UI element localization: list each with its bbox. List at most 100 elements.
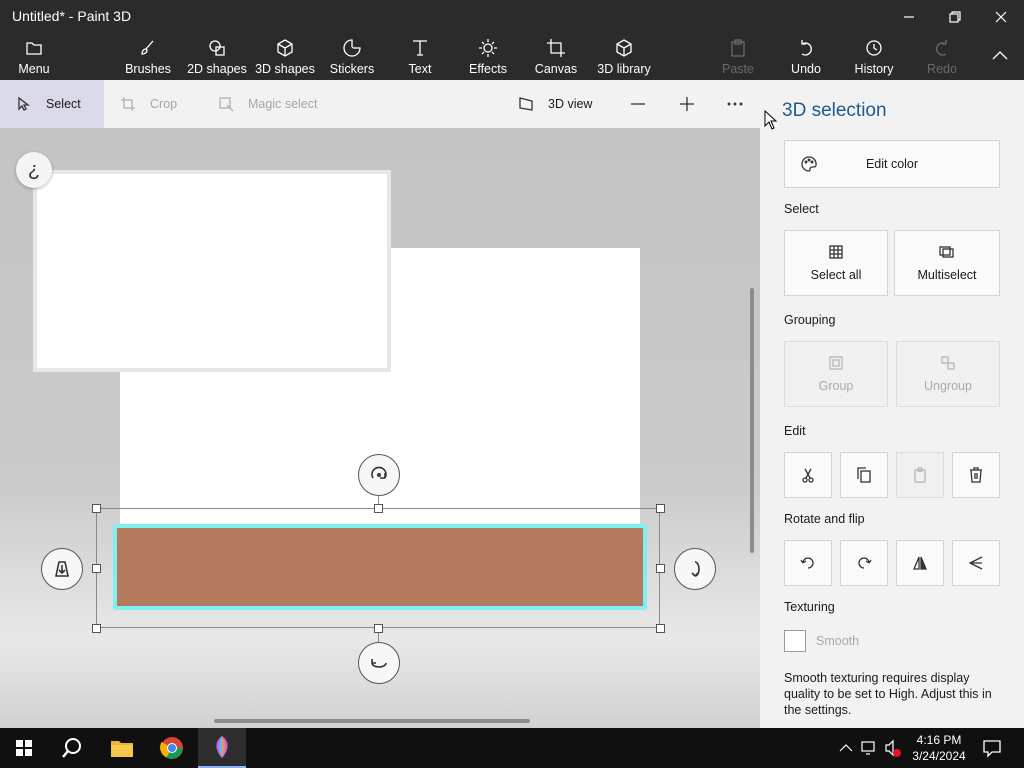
text-tab[interactable]: Text: [400, 33, 440, 80]
resize-handle-n[interactable]: [374, 504, 383, 513]
horizontal-scrollbar[interactable]: [214, 719, 530, 723]
ungroup-button[interactable]: Ungroup: [896, 341, 1000, 407]
rotate-vertical-icon: [691, 561, 700, 577]
canvas-tab[interactable]: Canvas: [534, 33, 578, 80]
windows-icon: [16, 740, 32, 756]
chrome-button[interactable]: [148, 728, 196, 768]
menu-button[interactable]: Menu: [12, 33, 56, 80]
resize-handle-sw[interactable]: [92, 624, 101, 633]
rotate-horizontal-icon: [371, 659, 387, 668]
2d-shapes-icon: [209, 40, 225, 56]
delete-button[interactable]: [952, 452, 1000, 498]
effects-tab[interactable]: Effects: [464, 33, 512, 80]
flip-horizontal-button[interactable]: [896, 540, 944, 586]
3d-object[interactable]: [113, 524, 647, 610]
file-explorer-button[interactable]: [98, 728, 146, 768]
flip-vertical-button[interactable]: [952, 540, 1000, 586]
vertical-scrollbar[interactable]: [750, 288, 754, 553]
restore-button[interactable]: [932, 0, 978, 33]
plus-icon: [680, 97, 694, 111]
3d-shapes-tab[interactable]: 3D shapes: [254, 33, 316, 80]
rotate-z-gizmo[interactable]: [358, 454, 400, 496]
texturing-heading: Texturing: [784, 600, 835, 614]
2d-rectangle-object[interactable]: [33, 170, 391, 372]
cut-button[interactable]: [784, 452, 832, 498]
notifications-button[interactable]: [970, 728, 1014, 768]
start-button[interactable]: [0, 728, 48, 768]
minimize-icon: [904, 15, 914, 18]
window-title: Untitled* - Paint 3D: [12, 8, 132, 24]
stickers-tab[interactable]: Stickers: [326, 33, 378, 80]
panel-title: 3D selection: [782, 100, 887, 121]
2d-shapes-tab[interactable]: 2D shapes: [186, 33, 248, 80]
group-button[interactable]: Group: [784, 341, 888, 407]
minimize-button[interactable]: [886, 0, 932, 33]
close-button[interactable]: [978, 0, 1024, 33]
rotate-y-gizmo[interactable]: [358, 642, 400, 684]
rotate-left-button[interactable]: [784, 540, 832, 586]
canvas-workspace[interactable]: ¿: [0, 128, 760, 728]
folder-icon: [26, 42, 42, 55]
select-all-icon: [829, 245, 843, 259]
flip-horizontal-icon: [913, 556, 927, 570]
crop-tool[interactable]: Crop: [120, 80, 177, 128]
copy-icon: [857, 467, 871, 483]
scissors-icon: [802, 468, 814, 483]
trash-icon: [970, 467, 982, 483]
magic-select-tool[interactable]: Magic select: [218, 80, 317, 128]
zoom-in-button[interactable]: [679, 80, 695, 128]
resize-handle-s[interactable]: [374, 624, 383, 633]
rotate-icon: [371, 466, 387, 479]
rotate-flip-heading: Rotate and flip: [784, 512, 865, 526]
rotate-right-button[interactable]: [840, 540, 888, 586]
multiselect-button[interactable]: Multiselect: [894, 230, 1000, 296]
resize-handle-se[interactable]: [656, 624, 665, 633]
resize-handle-nw[interactable]: [92, 504, 101, 513]
smooth-label: Smooth: [816, 634, 860, 648]
3d-view-toggle[interactable]: 3D view: [518, 80, 592, 128]
smooth-checkbox[interactable]: [784, 630, 806, 652]
multiselect-icon: [939, 246, 954, 258]
palette-icon: [801, 156, 817, 172]
ungroup-icon: [941, 356, 955, 370]
rotate-x-gizmo[interactable]: [674, 548, 716, 590]
paste-panel-button[interactable]: [896, 452, 944, 498]
3d-library-tab[interactable]: 3D library: [596, 33, 652, 80]
text-icon: [413, 40, 427, 56]
redo-button[interactable]: Redo: [924, 33, 960, 80]
edit-color-button[interactable]: Edit color: [784, 140, 1000, 188]
undo-icon: [801, 40, 812, 56]
undo-button[interactable]: Undo: [786, 33, 826, 80]
brushes-tab[interactable]: Brushes: [122, 33, 174, 80]
tray-icons[interactable]: [836, 738, 906, 758]
paint3d-taskbar-button[interactable]: [198, 728, 246, 768]
smooth-note: Smooth texturing requires display qualit…: [784, 671, 992, 717]
more-options-button[interactable]: [727, 80, 743, 128]
help-button[interactable]: ¿: [16, 152, 52, 188]
search-button[interactable]: [48, 728, 96, 768]
side-panel: 3D selection Edit color Select Select al…: [760, 80, 1024, 728]
search-icon: [62, 738, 81, 758]
flip-vertical-icon: [968, 556, 983, 570]
redo-icon: [936, 40, 947, 56]
clock-time: 4:16 PM: [916, 733, 962, 747]
copy-button[interactable]: [840, 452, 888, 498]
select-all-button[interactable]: Select all: [784, 230, 888, 296]
history-button[interactable]: History: [850, 33, 898, 80]
zoom-out-button[interactable]: [630, 80, 646, 128]
clock[interactable]: 4:16 PM 3/24/2024: [908, 732, 970, 764]
collapse-ribbon-button[interactable]: [986, 33, 1014, 80]
depth-gizmo[interactable]: [41, 548, 83, 590]
paste-button[interactable]: Paste: [720, 33, 756, 80]
paint3d-icon: [216, 736, 228, 758]
cube-icon: [277, 39, 293, 57]
select-tool[interactable]: Select: [0, 80, 104, 128]
resize-handle-ne[interactable]: [656, 504, 665, 513]
resize-handle-w[interactable]: [92, 564, 101, 573]
select-heading: Select: [784, 202, 819, 216]
brush-icon: [141, 40, 154, 55]
rotate-left-icon: [800, 557, 814, 569]
system-tray: [836, 738, 906, 758]
resize-handle-e[interactable]: [656, 564, 665, 573]
sticker-icon: [343, 39, 361, 57]
